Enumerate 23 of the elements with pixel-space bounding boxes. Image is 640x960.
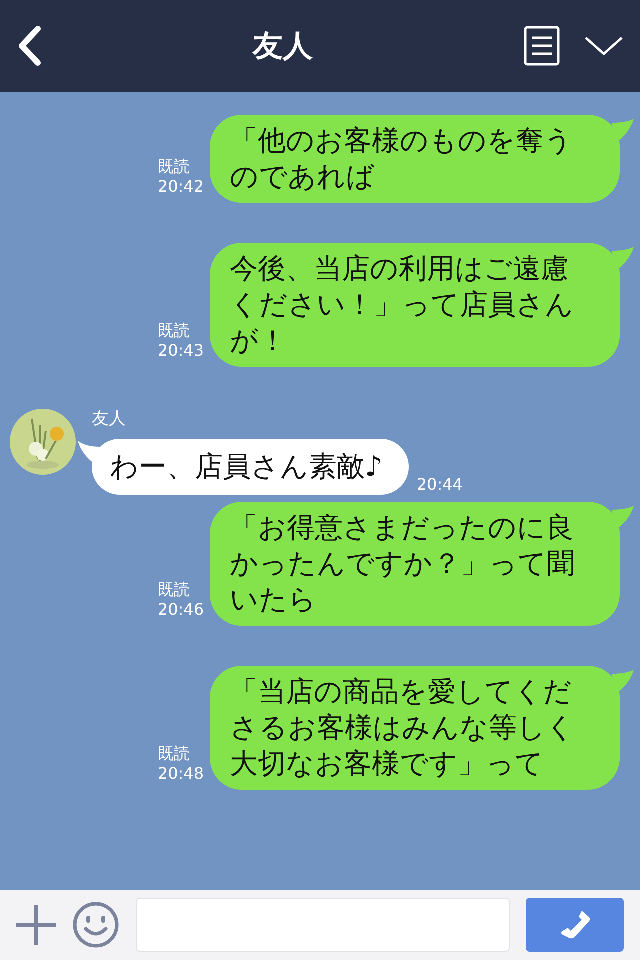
message-input-field[interactable] [136,898,510,952]
message-bubble: わー、店員さん素敵♪ [92,439,409,495]
message-bubble: 「他のお客様のものを奪うのであれば [210,115,620,203]
read-status: 既読 [158,744,191,764]
smiley-icon[interactable] [72,901,120,949]
timestamp: 20:46 [158,600,204,620]
chevron-down-icon[interactable] [584,35,624,57]
plus-icon[interactable] [16,905,56,945]
timestamp: 20:42 [158,177,204,197]
sender-name: 友人 [92,409,127,429]
message-bubble: 今後、当店の利用はご遠慮ください！」って店員さんが！ [210,243,620,367]
read-status: 既読 [158,580,191,600]
message-bubble: 「当店の商品を愛してくださるお客様はみんな等しく大切なお客様です」って [210,666,620,790]
note-icon[interactable] [524,26,560,66]
read-status: 既読 [158,157,191,177]
message-bubble: 「お得意さまだったのに良かったんですか？」って聞いたら [210,502,620,626]
read-status: 既読 [158,321,191,341]
timestamp: 20:43 [158,341,204,361]
chat-title: 友人 [253,28,313,64]
back-icon[interactable] [16,26,42,66]
timestamp: 20:44 [416,475,463,495]
call-button[interactable] [526,898,624,952]
timestamp: 20:48 [158,764,204,784]
